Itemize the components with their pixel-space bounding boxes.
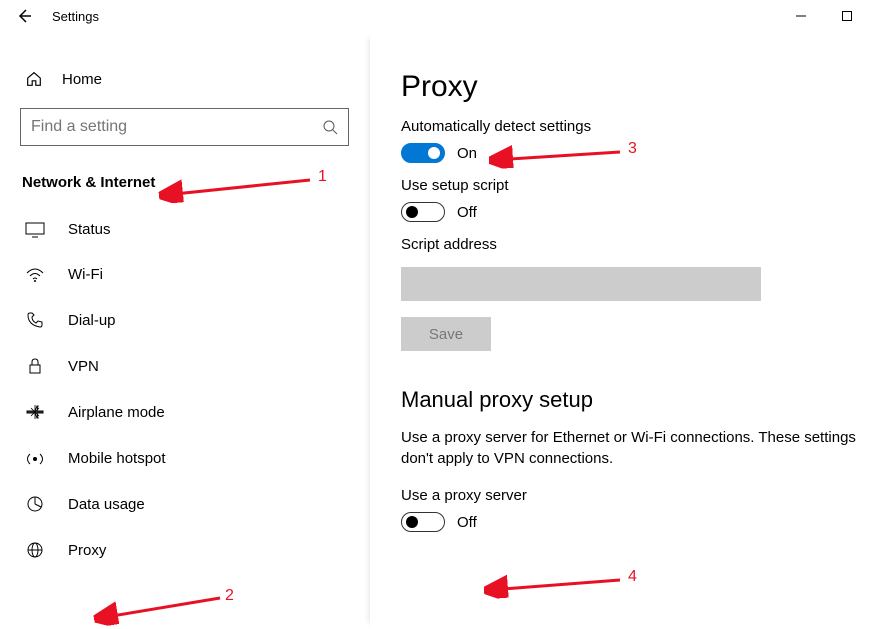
sidebar-item-datausage[interactable]: Data usage	[20, 481, 349, 527]
script-address-label: Script address	[401, 236, 860, 253]
nav-label: VPN	[68, 358, 99, 375]
sidebar-item-status[interactable]: Status	[20, 207, 349, 252]
datausage-icon	[24, 495, 46, 513]
manual-heading: Manual proxy setup	[401, 387, 860, 413]
sidebar-item-hotspot[interactable]: Mobile hotspot	[20, 435, 349, 481]
use-proxy-state: Off	[457, 514, 477, 531]
sidebar-home[interactable]: Home	[20, 64, 349, 108]
use-proxy-toggle[interactable]	[401, 512, 445, 532]
search-icon	[322, 119, 338, 135]
lock-icon	[24, 357, 46, 375]
globe-icon	[24, 541, 46, 559]
airplane-icon	[24, 403, 46, 421]
setup-script-toggle[interactable]	[401, 202, 445, 222]
auto-detect-state: On	[457, 145, 477, 162]
manual-description: Use a proxy server for Ethernet or Wi-Fi…	[401, 427, 860, 469]
phone-icon	[24, 311, 46, 329]
titlebar: Settings	[0, 0, 890, 32]
nav-label: Airplane mode	[68, 404, 165, 421]
auto-detect-toggle[interactable]	[401, 143, 445, 163]
nav-label: Status	[68, 221, 111, 238]
sidebar-category: Network & Internet	[22, 174, 349, 191]
main-content: Proxy Automatically detect settings On U…	[370, 32, 890, 629]
sidebar-item-vpn[interactable]: VPN	[20, 343, 349, 389]
home-label: Home	[62, 71, 102, 88]
save-button[interactable]: Save	[401, 317, 491, 351]
maximize-button[interactable]	[824, 0, 870, 32]
search-box[interactable]	[20, 108, 349, 146]
script-address-input[interactable]	[401, 267, 761, 301]
nav-label: Data usage	[68, 496, 145, 513]
window-controls	[778, 0, 890, 32]
sidebar: Home Network & Internet Status Wi-Fi Dia…	[0, 32, 370, 629]
nav-label: Wi-Fi	[68, 266, 103, 283]
back-button[interactable]	[8, 0, 40, 32]
nav-label: Proxy	[68, 542, 106, 559]
sidebar-item-wifi[interactable]: Wi-Fi	[20, 252, 349, 297]
use-proxy-label: Use a proxy server	[401, 487, 860, 504]
sidebar-item-airplane[interactable]: Airplane mode	[20, 389, 349, 435]
nav-label: Mobile hotspot	[68, 450, 166, 467]
nav-label: Dial-up	[68, 312, 116, 329]
sidebar-item-dialup[interactable]: Dial-up	[20, 297, 349, 343]
auto-detect-label: Automatically detect settings	[401, 118, 860, 135]
hotspot-icon	[24, 449, 46, 467]
minimize-button[interactable]	[778, 0, 824, 32]
search-input[interactable]	[31, 118, 322, 136]
setup-script-state: Off	[457, 204, 477, 221]
page-title: Proxy	[401, 70, 860, 104]
wifi-icon	[24, 267, 46, 283]
monitor-icon	[24, 222, 46, 238]
sidebar-item-proxy[interactable]: Proxy	[20, 527, 349, 573]
setup-script-label: Use setup script	[401, 177, 860, 194]
home-icon	[24, 70, 44, 88]
back-arrow-icon	[16, 8, 32, 24]
window-title: Settings	[52, 9, 99, 24]
window-edge	[870, 0, 890, 32]
